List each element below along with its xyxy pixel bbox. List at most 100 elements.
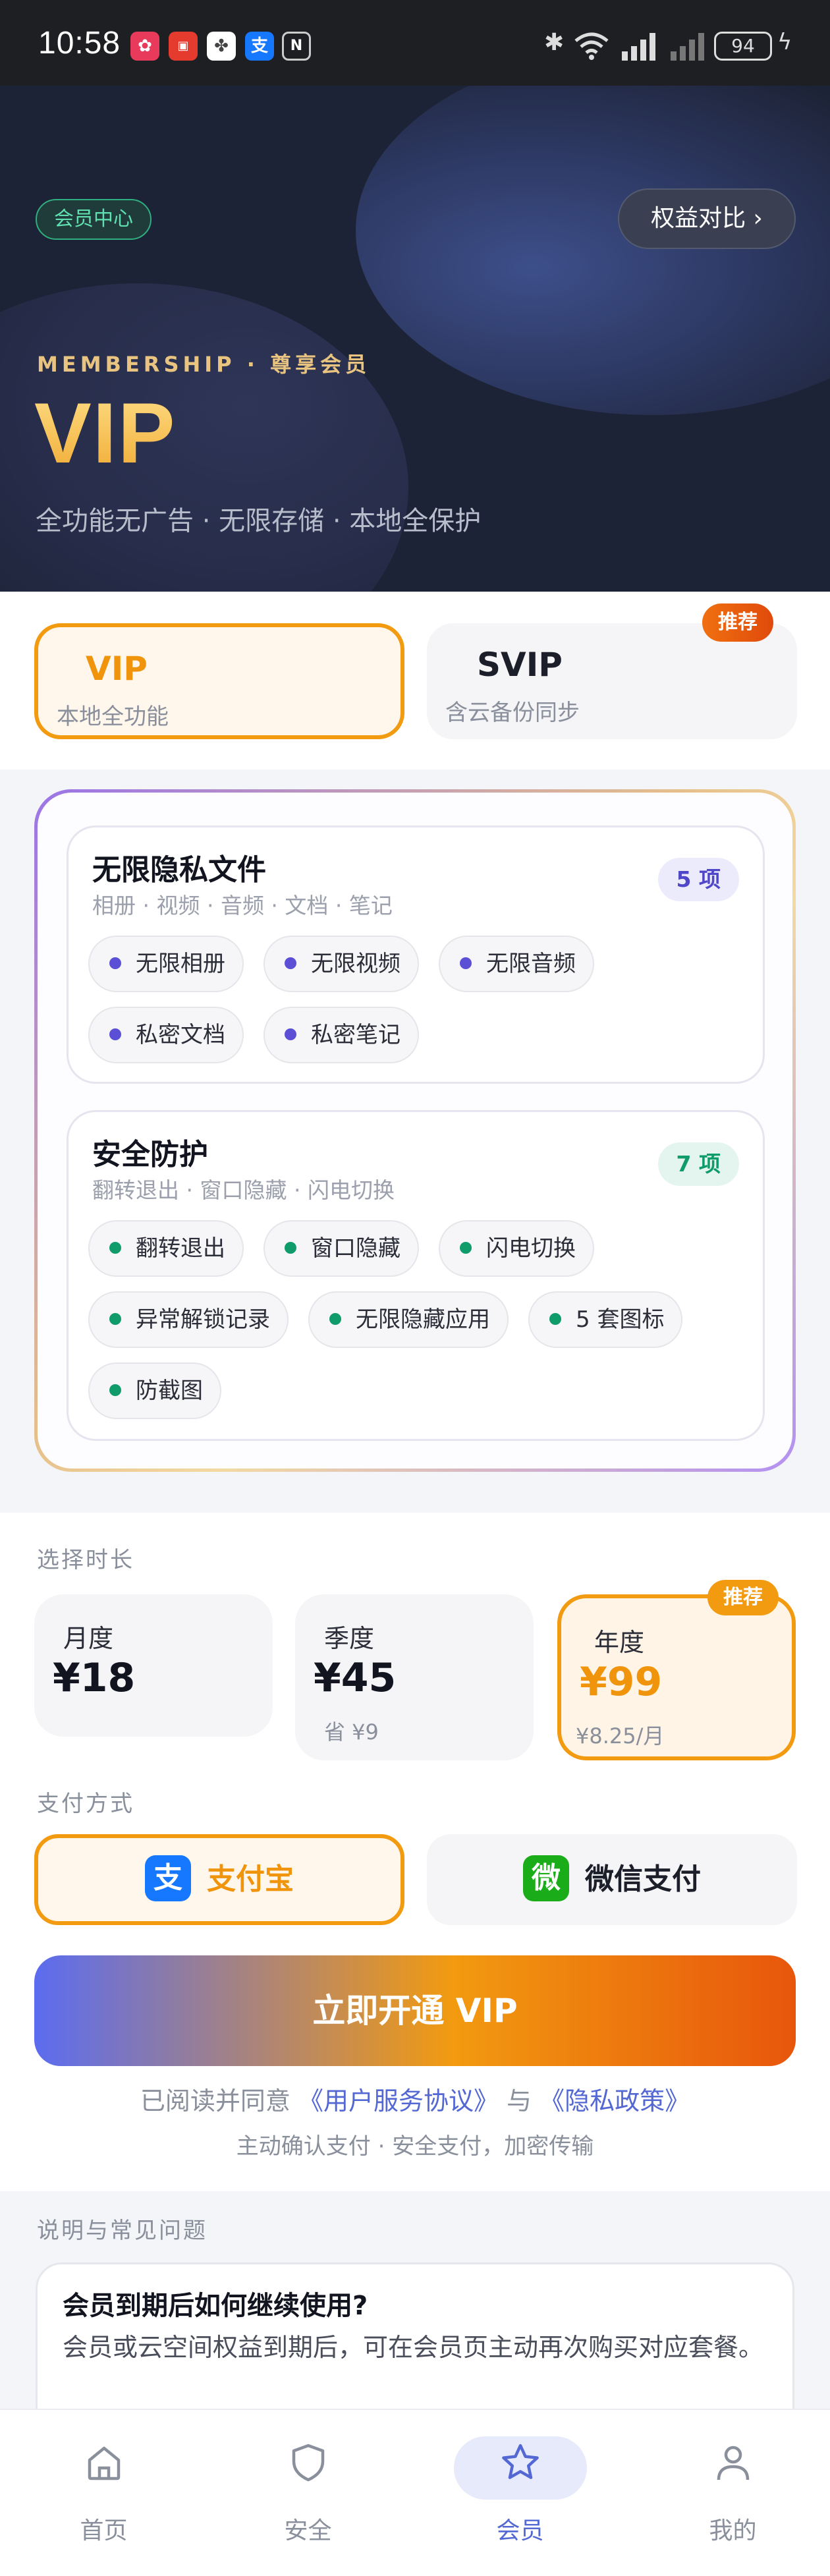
duration-price: ¥99 [580, 1659, 663, 1705]
duration-saving: 省 ¥9 [324, 1720, 379, 1745]
bullet-dot-icon [109, 1312, 121, 1325]
pay-wechat-option[interactable]: 微微信支付 [427, 1834, 797, 1925]
agreement-text: 已阅读并同意 《用户服务协议》 与 《隐私政策》 [140, 2086, 690, 2115]
bullet-dot-icon [549, 1312, 561, 1325]
feature-subtitle: 翻转退出 · 窗口隐藏 · 闪电切换 [92, 1177, 395, 1203]
privacy-link[interactable]: 《隐私政策》 [540, 2086, 690, 2115]
feature-card-privacy: 无限隐私文件 相册 · 视频 · 音频 · 文档 · 笔记 5 项 无限相册 无… [67, 826, 765, 1084]
subscribe-button[interactable]: 立即开通 VIP [34, 1955, 796, 2066]
faq-label: 说明与常见问题 [37, 2218, 208, 2244]
hero-subtitle: 全功能无广告 · 无限存储 · 本地全保护 [36, 506, 482, 536]
tab-membership[interactable]: 会员 [416, 2410, 624, 2576]
bullet-dot-icon [329, 1312, 341, 1325]
plan-name: VIP [86, 650, 148, 688]
feature-title: 安全防护 [92, 1138, 208, 1171]
news-notification-icon: ▣ [169, 32, 198, 61]
feature-chip: 5 套图标 [528, 1291, 683, 1348]
faq-section: 说明与常见问题 会员到期后如何继续使用? 会员或云空间权益到期后，可在会员页主动… [0, 2191, 830, 2434]
alipay-notification-icon: 支 [245, 32, 274, 61]
plan-desc: 本地全功能 [57, 704, 169, 730]
wifi-icon [574, 32, 609, 60]
features-frame: 无限隐私文件 相册 · 视频 · 音频 · 文档 · 笔记 5 项 无限相册 无… [34, 789, 796, 1472]
feature-chip: 异常解锁记录 [88, 1291, 289, 1348]
feature-subtitle: 相册 · 视频 · 音频 · 文档 · 笔记 [92, 893, 393, 918]
person-icon [717, 2446, 749, 2480]
tab-label: 我的 [709, 2517, 757, 2544]
bullet-dot-icon [109, 1241, 121, 1254]
duration-price: ¥45 [314, 1655, 397, 1701]
duration-name: 季度 [324, 1624, 375, 1653]
duration-name: 年度 [594, 1628, 645, 1657]
feature-count-badge: 5 项 [657, 858, 739, 901]
feature-chip: 闪电切换 [439, 1220, 594, 1277]
bullet-dot-icon [460, 957, 472, 969]
duration-quarterly[interactable]: 季度 ¥45 省 ¥9 [295, 1594, 534, 1760]
signal-2-icon [671, 33, 704, 61]
bullet-dot-icon [285, 1241, 296, 1254]
faq-answer: 会员或云空间权益到期后，可在会员页主动再次购买对应套餐。 [63, 2333, 764, 2362]
hero-banner: 会员中心 权益对比 › MEMBERSHIP · 尊享会员 VIP 全功能无广告… [0, 86, 830, 592]
star-icon [501, 2444, 539, 2479]
duration-per-month: ¥8.25/月 [576, 1723, 665, 1749]
feature-chip: 无限隐藏应用 [308, 1291, 509, 1348]
feature-chip: 翻转退出 [88, 1220, 244, 1277]
recommended-badge: 推荐 [702, 603, 773, 642]
status-bar: 10:58 ✿ ▣ ✤ 支 N ✱ 94 ϟ [0, 0, 830, 86]
feature-chip: 无限音频 [439, 936, 594, 992]
wechat-label: 微信支付 [585, 1862, 701, 1896]
photos-notification-icon: ✤ [207, 32, 236, 61]
duration-label: 选择时长 [37, 1547, 134, 1573]
bullet-dot-icon [109, 1028, 121, 1040]
tab-label: 首页 [80, 2517, 128, 2544]
plan-name: SVIP [477, 646, 563, 684]
duration-monthly[interactable]: 月度 ¥18 [34, 1594, 273, 1737]
tab-label: 安全 [284, 2517, 332, 2544]
bullet-dot-icon [285, 957, 296, 969]
bullet-dot-icon [285, 1028, 296, 1040]
feature-chip: 无限视频 [263, 936, 419, 992]
feature-chip: 防截图 [88, 1362, 221, 1419]
feature-chip: 无限相册 [88, 936, 244, 992]
home-icon [88, 2446, 120, 2480]
feature-chip: 私密笔记 [263, 1007, 419, 1063]
hero-title: VIP [34, 385, 177, 481]
yearly-recommended-badge: 推荐 [707, 1580, 779, 1615]
alipay-icon: 支 [145, 1855, 191, 1901]
pay-alipay-option[interactable]: 支支付宝 [34, 1834, 404, 1925]
compare-benefits-button[interactable]: 权益对比 › [618, 188, 796, 249]
tab-home[interactable]: 首页 [0, 2410, 208, 2576]
feature-chip: 窗口隐藏 [263, 1220, 419, 1277]
faq-question: 会员到期后如何继续使用? [63, 2291, 368, 2321]
tab-label: 会员 [496, 2517, 544, 2544]
bullet-dot-icon [109, 957, 121, 969]
duration-price: ¥18 [53, 1655, 136, 1701]
tab-security[interactable]: 安全 [204, 2410, 412, 2576]
payment-label: 支付方式 [37, 1791, 134, 1817]
plan-desc: 含云备份同步 [445, 700, 580, 726]
shield-icon [292, 2444, 324, 2482]
wechat-icon: 微 [523, 1855, 569, 1901]
duration-yearly[interactable]: 年度 ¥99 ¥8.25/月 [557, 1594, 796, 1760]
faq-item[interactable]: 会员到期后如何继续使用? 会员或云空间权益到期后，可在会员页主动再次购买对应套餐… [36, 2262, 794, 2434]
tab-profile[interactable]: 我的 [629, 2410, 830, 2576]
feature-card-security: 安全防护 翻转退出 · 窗口隐藏 · 闪电切换 7 项 翻转退出 窗口隐藏 闪电… [67, 1110, 765, 1441]
app-notification-icon: ✿ [130, 32, 159, 61]
nfc-icon: N [282, 32, 311, 61]
bottom-tab-bar: 首页 安全 会员 我的 [0, 2409, 830, 2576]
terms-link[interactable]: 《用户服务协议》 [298, 2086, 499, 2115]
plan-selector: VIP 本地全功能 SVIP 含云备份同步 推荐 [0, 592, 830, 770]
secure-payment-note: 主动确认支付 · 安全支付，加密传输 [236, 2133, 594, 2160]
status-time: 10:58 [38, 26, 121, 61]
features-section: 无限隐私文件 相册 · 视频 · 音频 · 文档 · 笔记 5 项 无限相册 无… [0, 770, 830, 1513]
plan-vip-card[interactable]: VIP 本地全功能 [34, 623, 404, 739]
member-center-tag: 会员中心 [36, 199, 152, 240]
bullet-dot-icon [109, 1384, 121, 1396]
feature-title: 无限隐私文件 [92, 853, 266, 887]
membership-kicker: MEMBERSHIP · 尊享会员 [37, 352, 371, 377]
duration-name: 月度 [63, 1624, 114, 1653]
battery-level: 94 [731, 35, 755, 57]
alipay-label: 支付宝 [207, 1862, 294, 1896]
bullet-dot-icon [460, 1241, 472, 1254]
signal-icon [622, 33, 655, 61]
charging-icon: ϟ [777, 29, 792, 55]
